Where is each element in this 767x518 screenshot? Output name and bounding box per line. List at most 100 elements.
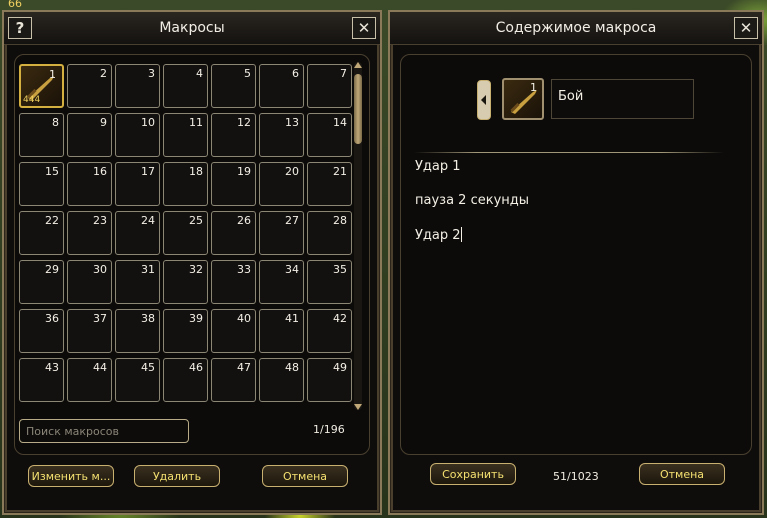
scrollbar-thumb[interactable] <box>354 74 362 144</box>
edit-macro-button[interactable]: Изменить м... <box>28 465 114 487</box>
macro-slot-number: 17 <box>141 165 155 178</box>
macro-slot[interactable]: 35 <box>307 260 352 304</box>
macro-slot-number: 24 <box>141 214 155 227</box>
macro-slot[interactable]: 25 <box>163 211 208 255</box>
macro-slot-number: 45 <box>141 361 155 374</box>
macro-slot[interactable]: 9 <box>67 113 112 157</box>
macro-slot[interactable]: 45 <box>115 358 160 402</box>
macro-slot[interactable]: 12 <box>211 113 256 157</box>
macro-slot-number: 36 <box>45 312 59 325</box>
macro-slot[interactable]: 1 444 <box>19 64 64 108</box>
macro-line-1[interactable]: Удар 1 <box>415 159 461 174</box>
macro-slot[interactable]: 44 <box>67 358 112 402</box>
macro-slot[interactable]: 15 <box>19 162 64 206</box>
macro-slot[interactable]: 16 <box>67 162 112 206</box>
icon-prev-button[interactable] <box>477 80 491 120</box>
macro-slot[interactable]: 22 <box>19 211 64 255</box>
macro-slot-grid: 1 444 2 3 4 5 6 7 8 9 10 11 12 13 14 15 16 17 18 19 20 21 22 23… <box>19 64 352 402</box>
macro-slot-number: 49 <box>333 361 347 374</box>
macro-slot[interactable]: 6 <box>259 64 304 108</box>
macro-slot-number: 7 <box>340 67 347 80</box>
macro-slot[interactable]: 33 <box>211 260 256 304</box>
macro-content-titlebar[interactable]: Содержимое макроса <box>390 12 762 45</box>
macro-slot[interactable]: 4 <box>163 64 208 108</box>
scroll-up-icon[interactable] <box>354 62 362 68</box>
macro-slot-number: 19 <box>237 165 251 178</box>
macro-slot-number: 18 <box>189 165 203 178</box>
macro-slot-number: 9 <box>100 116 107 129</box>
macro-slot[interactable]: 42 <box>307 309 352 353</box>
macro-slot[interactable]: 48 <box>259 358 304 402</box>
macro-slot-number: 32 <box>189 263 203 276</box>
macro-slot[interactable]: 21 <box>307 162 352 206</box>
macro-slot-number: 27 <box>285 214 299 227</box>
macro-slot[interactable]: 29 <box>19 260 64 304</box>
macro-slot[interactable]: 34 <box>259 260 304 304</box>
macro-slot[interactable]: 7 <box>307 64 352 108</box>
macro-slot-number: 21 <box>333 165 347 178</box>
macro-slot[interactable]: 27 <box>259 211 304 255</box>
scroll-down-icon[interactable] <box>354 404 362 410</box>
macro-slot[interactable]: 41 <box>259 309 304 353</box>
macro-slot[interactable]: 38 <box>115 309 160 353</box>
macro-slot-number: 46 <box>189 361 203 374</box>
close-button[interactable]: ✕ <box>352 17 376 39</box>
macros-titlebar[interactable]: Макросы <box>4 12 380 45</box>
macro-slot[interactable]: 17 <box>115 162 160 206</box>
save-macro-button[interactable]: Сохранить <box>430 463 516 485</box>
macro-slot[interactable]: 18 <box>163 162 208 206</box>
macro-slot-number: 22 <box>45 214 59 227</box>
macro-slot[interactable]: 30 <box>67 260 112 304</box>
macro-slot-number: 37 <box>93 312 107 325</box>
macro-slot[interactable]: 37 <box>67 309 112 353</box>
macros-title: Макросы <box>159 20 225 36</box>
macro-slot[interactable]: 14 <box>307 113 352 157</box>
macro-slot-number: 29 <box>45 263 59 276</box>
macro-slot[interactable]: 32 <box>163 260 208 304</box>
macro-line-2[interactable]: пауза 2 секунды <box>415 193 529 208</box>
macro-slot[interactable]: 11 <box>163 113 208 157</box>
macro-slot-number: 10 <box>141 116 155 129</box>
macro-list-scrollbar[interactable] <box>354 62 362 410</box>
macro-slot[interactable]: 47 <box>211 358 256 402</box>
help-icon: ? <box>15 19 25 37</box>
macro-slot-number: 20 <box>285 165 299 178</box>
macro-slot[interactable]: 39 <box>163 309 208 353</box>
macro-slot[interactable]: 20 <box>259 162 304 206</box>
close-content-button[interactable]: ✕ <box>734 17 758 39</box>
char-counter: 51/1023 <box>553 470 599 483</box>
help-button[interactable]: ? <box>8 17 32 39</box>
macro-search-input[interactable] <box>19 419 189 443</box>
macro-slot[interactable]: 43 <box>19 358 64 402</box>
macro-slot[interactable]: 46 <box>163 358 208 402</box>
macro-slot[interactable]: 2 <box>67 64 112 108</box>
macro-slot[interactable]: 31 <box>115 260 160 304</box>
cancel-content-button[interactable]: Отмена <box>639 463 725 485</box>
macro-slot[interactable]: 49 <box>307 358 352 402</box>
macro-slot[interactable]: 36 <box>19 309 64 353</box>
macro-slot[interactable]: 5 <box>211 64 256 108</box>
macro-name-input[interactable]: Бой <box>551 79 694 119</box>
macro-slot[interactable]: 13 <box>259 113 304 157</box>
macro-slot-number: 33 <box>237 263 251 276</box>
cancel-macros-button[interactable]: Отмена <box>262 465 348 487</box>
macro-slot[interactable]: 28 <box>307 211 352 255</box>
macro-slot[interactable]: 3 <box>115 64 160 108</box>
macro-slot-number: 14 <box>333 116 347 129</box>
macro-slot-number: 26 <box>237 214 251 227</box>
macro-slot[interactable]: 8 <box>19 113 64 157</box>
macro-slot[interactable]: 10 <box>115 113 160 157</box>
macro-slot-number: 15 <box>45 165 59 178</box>
macro-slot[interactable]: 26 <box>211 211 256 255</box>
close-icon: ✕ <box>739 19 753 37</box>
macro-line-3[interactable]: Удар 2 <box>415 227 462 243</box>
macro-slot[interactable]: 40 <box>211 309 256 353</box>
macro-icon-picker[interactable]: 1 <box>502 78 544 120</box>
macro-slot[interactable]: 24 <box>115 211 160 255</box>
editor-divider <box>414 152 724 153</box>
macro-slot-number: 40 <box>237 312 251 325</box>
macro-slot[interactable]: 23 <box>67 211 112 255</box>
delete-macro-button[interactable]: Удалить <box>134 465 220 487</box>
macro-slot[interactable]: 19 <box>211 162 256 206</box>
macro-icon-number: 1 <box>530 81 537 94</box>
